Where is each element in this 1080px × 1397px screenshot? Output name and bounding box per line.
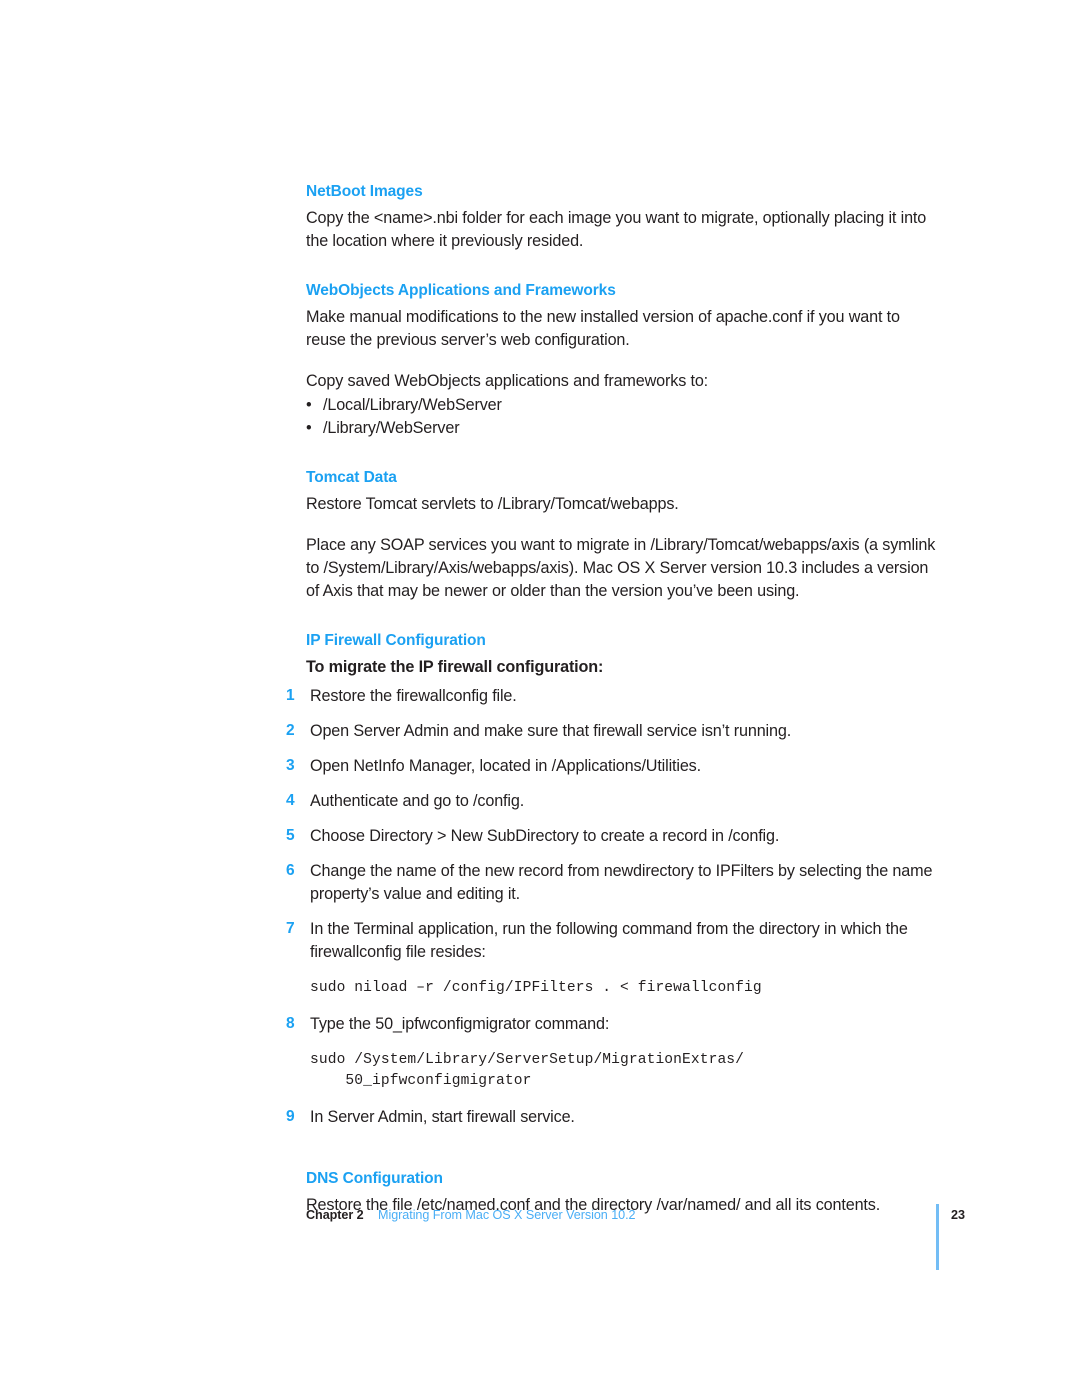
paragraph-tomcat-servlets: Restore Tomcat servlets to /Library/Tomc… [306, 494, 679, 513]
step-text: In the Terminal application, run the fol… [310, 919, 908, 961]
step-8: 8 Type the 50_ipfwconfigmigrator command… [284, 1013, 936, 1092]
list-item-label: /Local/Library/WebServer [323, 395, 502, 414]
step-1: 1 Restore the firewallconfig file. [284, 685, 936, 708]
footer-chapter-label: Chapter 2 [306, 1208, 364, 1222]
code-block-ipfwconfigmigrator: sudo /System/Library/ServerSetup/Migrati… [310, 1051, 745, 1089]
step-5: 5 Choose Directory > New SubDirectory to… [284, 825, 936, 848]
step-3: 3 Open NetInfo Manager, located in /Appl… [284, 755, 936, 778]
list-item-label: /Library/WebServer [323, 418, 460, 437]
step-number: 3 [286, 756, 295, 774]
page-footer: Chapter 2 Migrating From Mac OS X Server… [306, 1204, 980, 1278]
step-text: Type the 50_ipfwconfigmigrator command: [310, 1014, 610, 1033]
step-text: Choose Directory > New SubDirectory to c… [310, 826, 780, 845]
step-7: 7 In the Terminal application, run the f… [284, 918, 936, 999]
list-item: • /Local/Library/WebServer [306, 394, 936, 417]
paragraph-webobjects-copy-lead: Copy saved WebObjects applications and f… [306, 371, 709, 390]
paragraph-webobjects-apache: Make manual modifications to the new ins… [306, 307, 900, 349]
numbered-step-list-ip-firewall: 1 Restore the firewallconfig file. 2 Ope… [284, 685, 936, 1129]
bullet-dot-icon: • [306, 395, 312, 414]
footer-chapter-title: Migrating From Mac OS X Server Version 1… [378, 1208, 636, 1222]
step-9: 9 In Server Admin, start firewall servic… [284, 1106, 936, 1129]
section-heading-webobjects: WebObjects Applications and Frameworks [306, 281, 616, 299]
code-block-niload: sudo niload –r /config/IPFilters . < fir… [310, 979, 762, 996]
step-text: Restore the firewallconfig file. [310, 686, 517, 705]
step-text: Change the name of the new record from n… [310, 861, 933, 903]
paragraph-tomcat-soap: Place any SOAP services you want to migr… [306, 535, 936, 600]
section-heading-dns-configuration: DNS Configuration [306, 1170, 443, 1188]
step-4: 4 Authenticate and go to /config. [284, 790, 936, 813]
step-2: 2 Open Server Admin and make sure that f… [284, 720, 936, 743]
step-number: 4 [286, 791, 295, 809]
step-text: In Server Admin, start firewall service. [310, 1108, 575, 1127]
step-text: Open Server Admin and make sure that fir… [310, 721, 792, 740]
step-text: Open NetInfo Manager, located in /Applic… [310, 756, 701, 775]
step-text: Authenticate and go to /config. [310, 791, 525, 810]
section-heading-ip-firewall-configuration: IP Firewall Configuration [306, 631, 486, 649]
page-content: NetBoot Images Copy the <name>.nbi folde… [286, 182, 936, 1217]
step-number: 1 [286, 686, 295, 704]
step-number: 2 [286, 721, 295, 739]
bullet-dot-icon: • [306, 418, 312, 437]
paragraph-netboot-images: Copy the <name>.nbi folder for each imag… [306, 208, 927, 250]
step-number: 9 [286, 1108, 295, 1126]
page-number: 23 [951, 1208, 966, 1222]
section-heading-tomcat-data: Tomcat Data [306, 468, 397, 486]
step-number: 8 [286, 1014, 295, 1032]
step-number: 7 [286, 919, 295, 937]
task-lead-ip-firewall: To migrate the IP firewall configuration… [306, 657, 604, 676]
step-number: 6 [286, 861, 295, 879]
step-6: 6 Change the name of the new record from… [284, 860, 936, 906]
list-item: • /Library/WebServer [306, 417, 936, 440]
step-number: 5 [286, 826, 295, 844]
footer-divider [936, 1204, 939, 1270]
bullet-list-webobjects-paths: • /Local/Library/WebServer • /Library/We… [306, 394, 936, 440]
section-heading-netboot-images: NetBoot Images [306, 183, 423, 200]
document-page: NetBoot Images Copy the <name>.nbi folde… [0, 0, 1080, 1397]
